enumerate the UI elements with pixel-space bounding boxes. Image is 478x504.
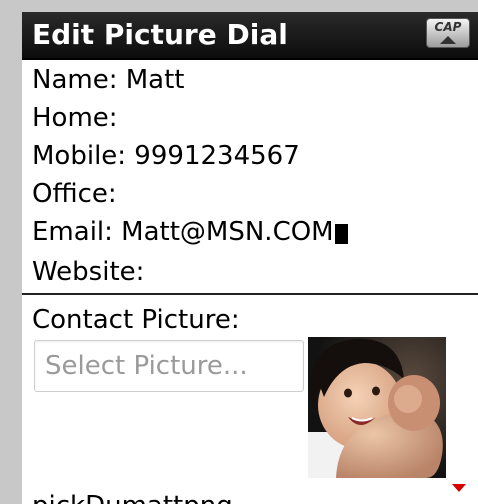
caps-lock-icon: CAP bbox=[426, 18, 470, 48]
email-field[interactable]: Email: Matt@MSN.COM bbox=[32, 216, 348, 248]
edit-picture-dial-screen: Edit Picture Dial CAP Name: Matt Home: M… bbox=[22, 12, 478, 504]
screen-title: Edit Picture Dial bbox=[32, 18, 288, 51]
contact-picture-label: Contact Picture: bbox=[32, 305, 240, 335]
caps-lock-label: CAP bbox=[434, 20, 462, 34]
caps-lock-arrow-icon bbox=[440, 36, 456, 44]
section-divider bbox=[22, 293, 478, 295]
select-picture-button[interactable]: Select Picture... bbox=[34, 340, 304, 392]
name-field[interactable]: Name: Matt bbox=[32, 64, 184, 96]
contact-photo[interactable] bbox=[308, 337, 446, 478]
select-picture-placeholder: Select Picture... bbox=[45, 351, 248, 381]
text-cursor bbox=[334, 224, 348, 244]
scroll-down-arrow-icon bbox=[452, 484, 466, 492]
home-field[interactable]: Home: bbox=[32, 102, 118, 134]
next-field-partial[interactable]: pickDumattpng bbox=[32, 490, 233, 504]
office-field[interactable]: Office: bbox=[32, 178, 117, 210]
website-field[interactable]: Website: bbox=[32, 256, 144, 288]
mobile-field[interactable]: Mobile: 9991234567 bbox=[32, 140, 300, 172]
email-field-text: Email: Matt@MSN.COM bbox=[32, 217, 334, 247]
title-bar: Edit Picture Dial CAP bbox=[22, 12, 478, 60]
contact-photo-image bbox=[308, 337, 446, 478]
